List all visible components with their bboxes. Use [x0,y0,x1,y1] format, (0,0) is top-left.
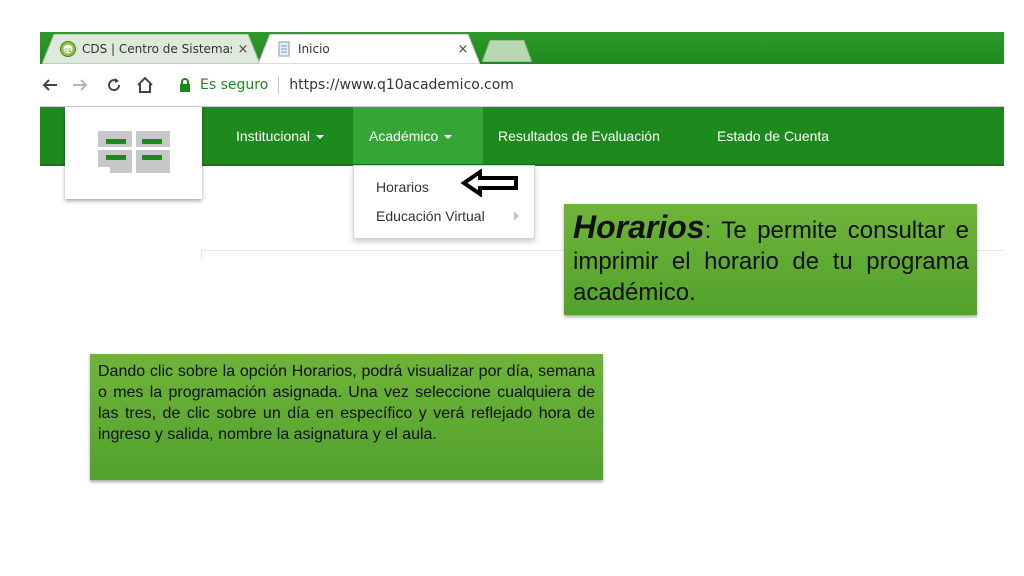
logo-mark-icon [98,131,170,173]
new-tab-button[interactable] [482,40,532,62]
page-favicon-icon [278,41,290,57]
home-button[interactable] [135,75,155,95]
submenu-caret-icon [514,211,519,221]
reload-icon [108,78,121,92]
svg-text:cs: cs [65,47,71,54]
back-arrow-icon [42,79,57,91]
site-logo[interactable] [65,107,202,199]
browser-tab-strip: cs CDS | Centro de Sistemas × Inicio × [40,32,1004,64]
address-separator [278,76,280,94]
menu-item-educacion-virtual[interactable]: Educación Virtual [376,208,485,224]
forward-arrow-icon [73,79,88,91]
caret-down-icon [444,134,453,139]
menu-item-horarios[interactable]: Horarios [376,179,429,195]
nav-item-label: Académico [369,127,439,144]
nav-item-academico[interactable]: Académico [353,107,483,164]
horarios-callout: Horarios: Te permite consultar e imprimi… [564,204,977,315]
reload-button[interactable] [104,75,124,95]
nav-item-label: Resultados de Evaluación [498,127,660,144]
content-divider-edge [201,250,202,260]
tab-inicio[interactable]: Inicio × [258,34,480,64]
pointer-arrow-icon [460,169,518,197]
nav-item-estado-cuenta[interactable]: Estado de Cuenta [701,107,845,164]
tab-title: Inicio [298,42,330,56]
home-icon [137,76,153,93]
address-bar[interactable]: Es seguro https://www.q10academico.com [170,71,1010,99]
callout-text: Dando clic sobre la opción Horarios, pod… [98,363,595,443]
close-icon[interactable]: × [456,42,470,57]
back-button[interactable] [40,75,60,95]
close-icon[interactable]: × [236,42,250,57]
secure-label: Es seguro [200,77,269,93]
caret-down-icon [315,134,324,139]
url-text[interactable]: https://www.q10academico.com [289,77,514,93]
lock-icon [180,78,190,92]
nav-item-label: Institucional [236,127,310,144]
nav-item-resultados[interactable]: Resultados de Evaluación [482,107,676,164]
nav-item-institucional[interactable]: Institucional [220,107,340,164]
tab-cds[interactable]: cs CDS | Centro de Sistemas × [42,34,260,64]
browser-toolbar: Es seguro https://www.q10academico.com [40,64,1004,107]
cds-favicon-icon: cs [60,41,76,57]
tab-title: CDS | Centro de Sistemas [82,42,232,56]
nav-item-label: Estado de Cuenta [717,127,830,144]
callout-heading: Horarios [573,209,705,245]
forward-button[interactable] [70,75,90,95]
instructions-callout: Dando clic sobre la opción Horarios, pod… [90,354,603,480]
